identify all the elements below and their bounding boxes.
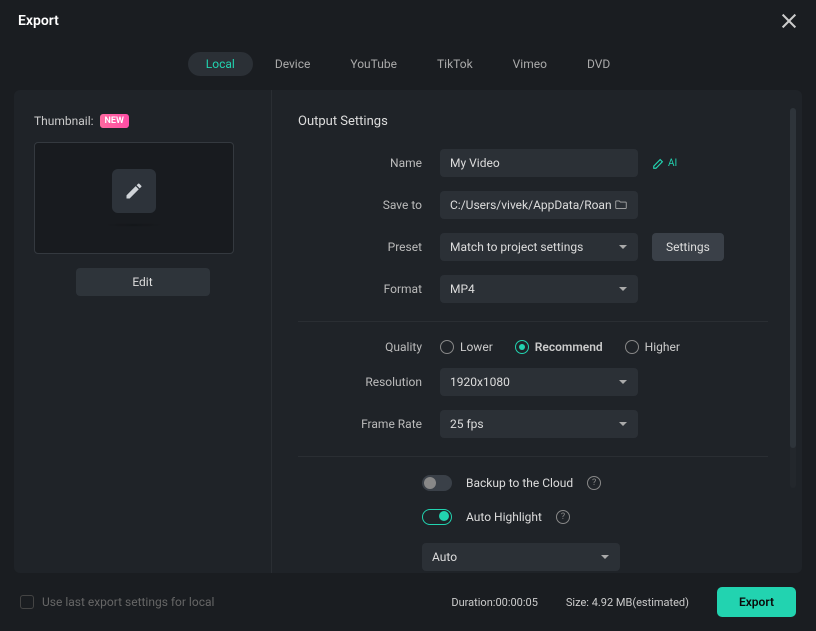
tab-local[interactable]: Local bbox=[188, 52, 253, 76]
framerate-label: Frame Rate bbox=[298, 417, 440, 431]
chevron-down-icon bbox=[618, 419, 628, 429]
quality-lower-radio[interactable]: Lower bbox=[440, 340, 493, 354]
export-tabs: Local Device YouTube TikTok Vimeo DVD bbox=[0, 42, 816, 90]
tab-device[interactable]: Device bbox=[257, 52, 329, 76]
edit-button[interactable]: Edit bbox=[76, 268, 210, 296]
format-select[interactable]: MP4 bbox=[440, 275, 638, 303]
framerate-select[interactable]: 25 fps bbox=[440, 410, 638, 438]
format-label: Format bbox=[298, 282, 440, 296]
highlight-label: Auto Highlight bbox=[466, 510, 542, 524]
thumbnail-label: Thumbnail: bbox=[34, 114, 94, 128]
help-icon[interactable]: ? bbox=[587, 476, 601, 490]
dialog-title: Export bbox=[18, 13, 59, 29]
duration-display: Duration:00:00:05 bbox=[451, 596, 538, 609]
use-last-settings-label: Use last export settings for local bbox=[42, 595, 214, 609]
saveto-label: Save to bbox=[298, 198, 440, 212]
highlight-toggle[interactable] bbox=[422, 509, 452, 525]
preset-label: Preset bbox=[298, 240, 440, 254]
ai-edit-icon[interactable]: AI bbox=[652, 156, 677, 170]
folder-icon bbox=[614, 198, 628, 212]
use-last-settings-checkbox[interactable] bbox=[20, 595, 34, 609]
size-display: Size: 4.92 MB(estimated) bbox=[566, 596, 689, 609]
chevron-down-icon bbox=[618, 242, 628, 252]
resolution-label: Resolution bbox=[298, 375, 440, 389]
help-icon[interactable]: ? bbox=[556, 510, 570, 524]
name-input[interactable]: My Video bbox=[440, 149, 638, 177]
thumbnail-preview[interactable] bbox=[34, 142, 234, 254]
export-button[interactable]: Export bbox=[717, 587, 796, 617]
name-label: Name bbox=[298, 156, 440, 170]
tab-youtube[interactable]: YouTube bbox=[332, 52, 415, 76]
resolution-select[interactable]: 1920x1080 bbox=[440, 368, 638, 396]
saveto-input[interactable]: C:/Users/vivek/AppData/Roan bbox=[440, 191, 638, 219]
preset-select[interactable]: Match to project settings bbox=[440, 233, 638, 261]
chevron-down-icon bbox=[600, 552, 610, 562]
tab-vimeo[interactable]: Vimeo bbox=[495, 52, 565, 76]
highlight-mode-select[interactable]: Auto bbox=[422, 543, 620, 571]
chevron-down-icon bbox=[618, 284, 628, 294]
new-badge: NEW bbox=[100, 114, 129, 128]
backup-toggle[interactable] bbox=[422, 475, 452, 491]
backup-label: Backup to the Cloud bbox=[466, 476, 573, 490]
output-settings-title: Output Settings bbox=[298, 114, 768, 129]
scrollbar[interactable] bbox=[790, 108, 796, 488]
tab-tiktok[interactable]: TikTok bbox=[419, 52, 491, 76]
quality-recommend-radio[interactable]: Recommend bbox=[515, 340, 603, 354]
preset-settings-button[interactable]: Settings bbox=[652, 233, 724, 261]
pencil-icon bbox=[112, 169, 156, 213]
chevron-down-icon bbox=[618, 377, 628, 387]
close-icon[interactable] bbox=[780, 12, 798, 30]
tab-dvd[interactable]: DVD bbox=[569, 52, 628, 76]
quality-higher-radio[interactable]: Higher bbox=[625, 340, 680, 354]
quality-label: Quality bbox=[298, 340, 440, 354]
